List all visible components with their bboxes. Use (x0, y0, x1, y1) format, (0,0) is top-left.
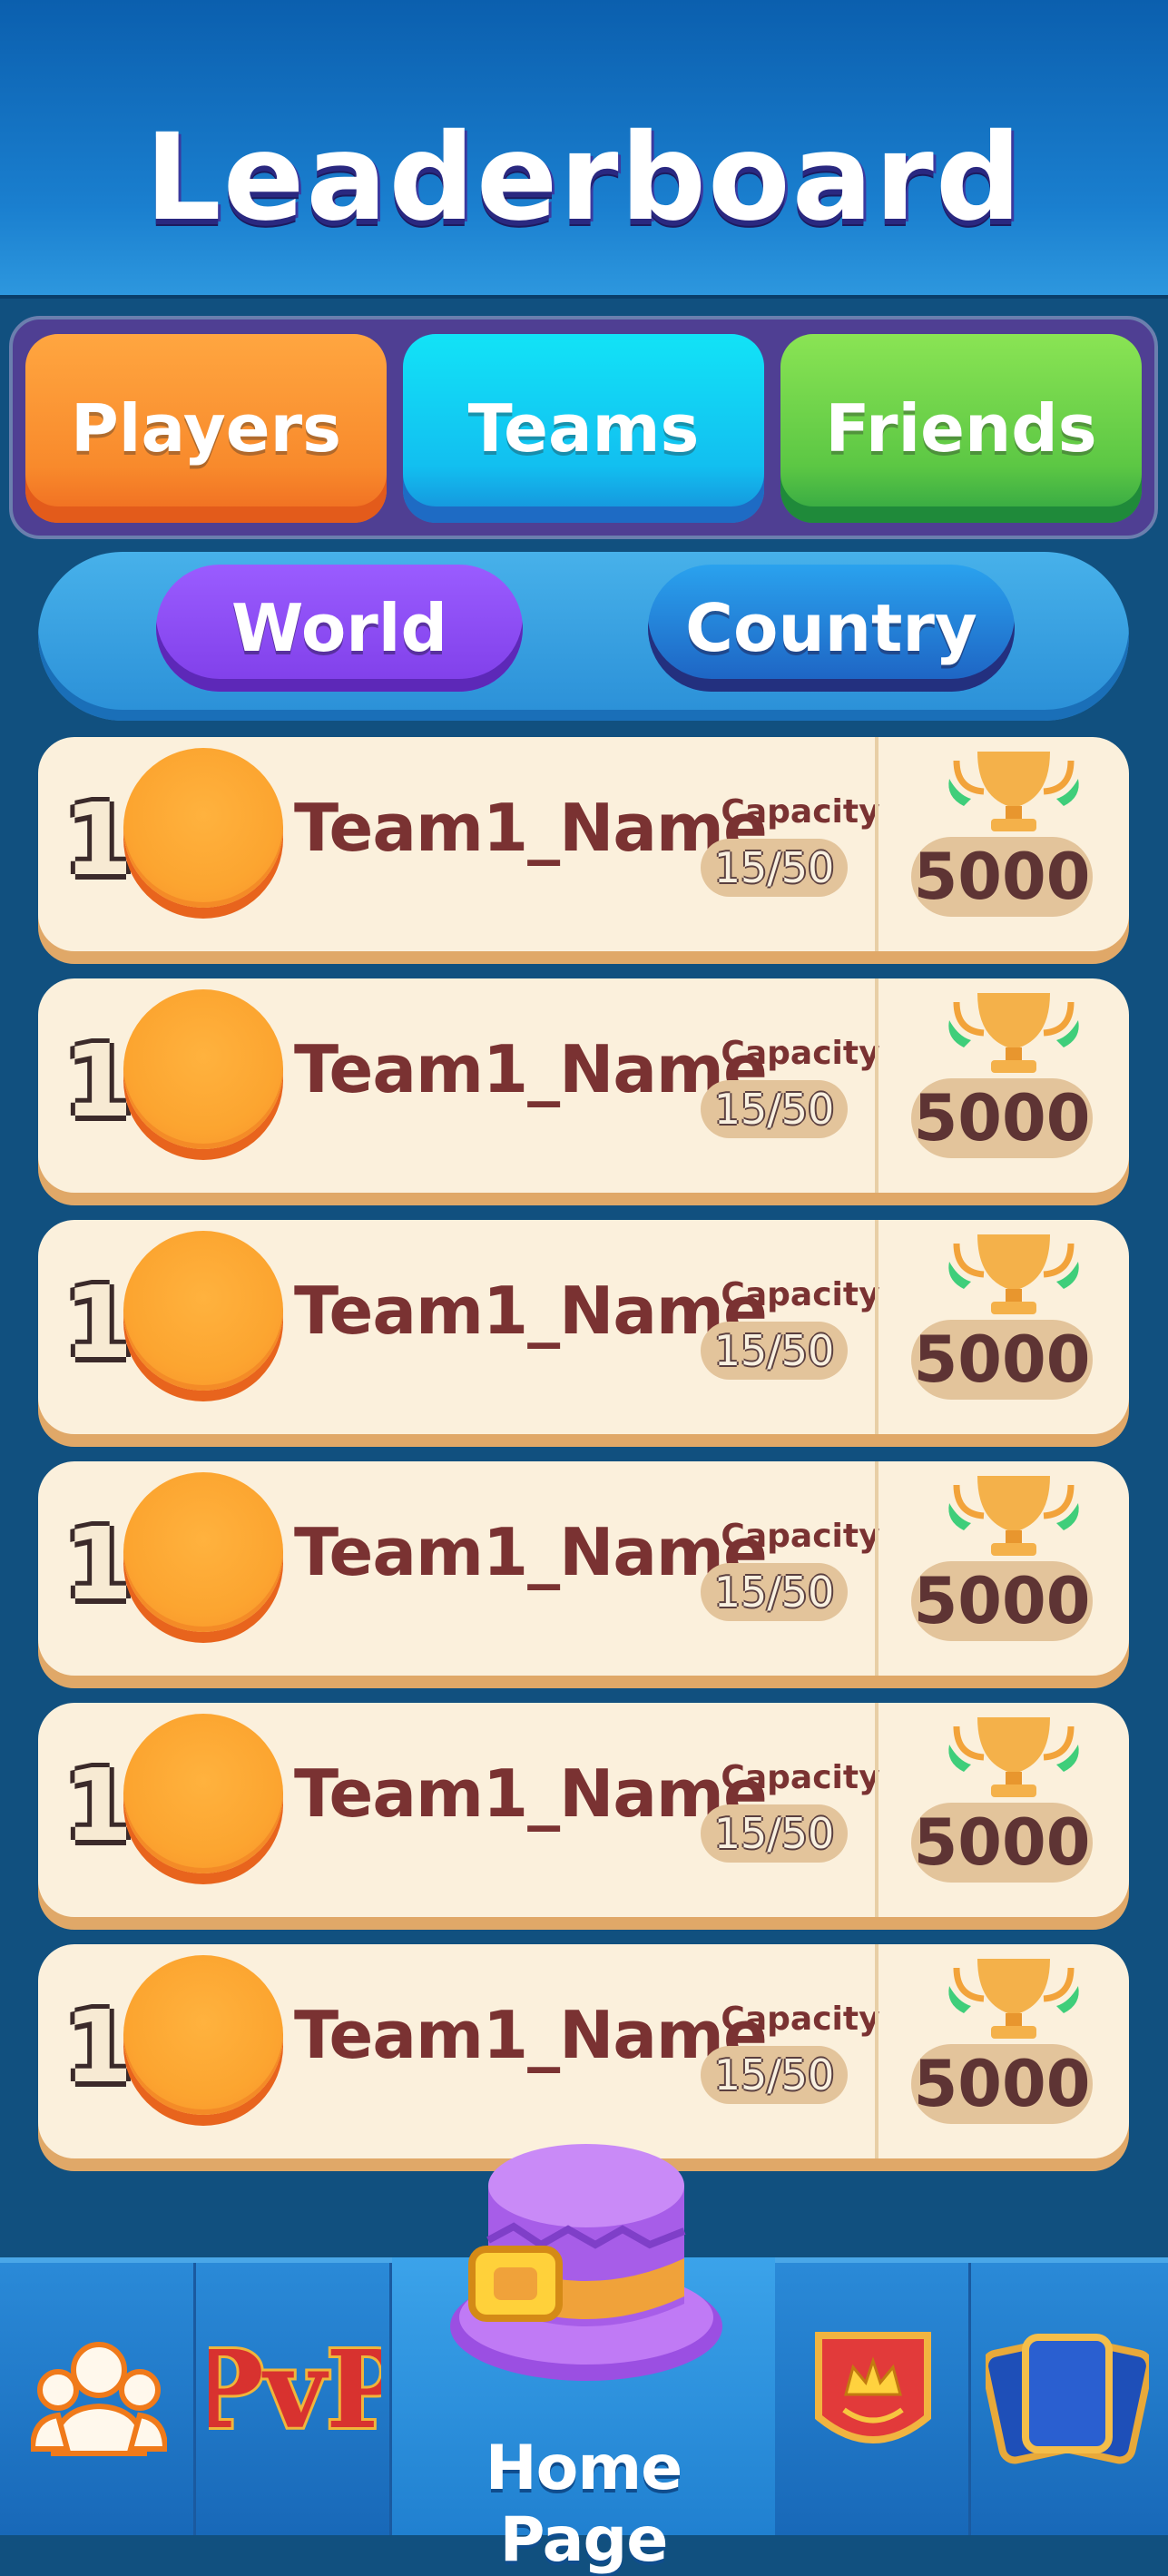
tab-players[interactable]: Players (25, 334, 387, 523)
team-name: Team1_Name (294, 790, 768, 866)
users-icon (31, 2342, 167, 2456)
rank-number: 1 (64, 1989, 133, 2105)
tab-teams[interactable]: Teams (403, 334, 764, 523)
capacity-label: Capacity (721, 2001, 880, 2038)
capacity-label: Capacity (721, 1759, 880, 1796)
team-name: Team1_Name (294, 1755, 768, 1832)
capacity-value: 15/50 (701, 1563, 848, 1621)
score-value: 5000 (911, 1561, 1093, 1641)
score-value: 5000 (911, 1320, 1093, 1400)
crown-shield-icon (815, 2332, 931, 2443)
row-divider (875, 1461, 878, 1676)
pvp-icon: PvP (209, 2324, 381, 2455)
rank-number: 1 (64, 1506, 133, 1622)
capacity-label: Capacity (721, 1035, 880, 1072)
team-avatar (123, 1714, 283, 1873)
leaderboard-row[interactable]: 1 Team1_Name Capacity 15/50 5000 (38, 978, 1129, 1193)
leaderboard-row[interactable]: 1 Team1_Name Capacity 15/50 5000 (38, 1703, 1129, 1917)
trophy-icon (948, 993, 1079, 1073)
nav-item-cards[interactable] (971, 2263, 1168, 2535)
trophy-icon (948, 1476, 1079, 1556)
region-toggle: World Country (38, 552, 1129, 721)
leaderboard-row[interactable]: 1 Team1_Name Capacity 15/50 5000 (38, 737, 1129, 951)
header-bar: Leaderboard (0, 0, 1168, 299)
team-avatar (123, 1955, 283, 2115)
capacity-label: Capacity (721, 1276, 880, 1313)
leaderboard-row[interactable]: 1 Team1_Name Capacity 15/50 5000 (38, 1220, 1129, 1434)
trophy-icon (948, 1959, 1079, 2039)
capacity-value: 15/50 (701, 2046, 848, 2104)
team-avatar (123, 1231, 283, 1391)
nav-item-pvp[interactable]: PvP (196, 2263, 392, 2535)
score-value: 5000 (911, 2044, 1093, 2124)
score-value: 5000 (911, 837, 1093, 917)
row-divider (875, 1703, 878, 1917)
score-value: 5000 (911, 1078, 1093, 1158)
capacity-value: 15/50 (701, 839, 848, 897)
nav-item-team[interactable] (0, 2263, 196, 2535)
team-name: Team1_Name (294, 1031, 768, 1107)
tab-friends[interactable]: Friends (780, 334, 1142, 523)
team-avatar (123, 748, 283, 908)
team-avatar (123, 1472, 283, 1632)
rank-number: 1 (64, 1747, 133, 1863)
capacity-value: 15/50 (701, 1080, 848, 1138)
row-divider (875, 978, 878, 1193)
team-name: Team1_Name (294, 1273, 768, 1349)
nav-home-label: Home Page (485, 2433, 683, 2576)
pvp-logo-text: PvP (209, 2326, 381, 2453)
page-title: Leaderboard (144, 108, 1024, 248)
row-divider (875, 1944, 878, 2158)
cards-icon (986, 2334, 1149, 2464)
leaderboard-row[interactable]: 1 Team1_Name Capacity 15/50 5000 (38, 1461, 1129, 1676)
rank-number: 1 (64, 1023, 133, 1139)
category-tab-bar: Players Teams Friends (9, 316, 1158, 539)
team-name: Team1_Name (294, 1997, 768, 2073)
rank-number: 1 (64, 1264, 133, 1381)
capacity-value: 15/50 (701, 1322, 848, 1380)
capacity-label: Capacity (721, 793, 880, 831)
row-divider (875, 1220, 878, 1434)
trophy-icon (948, 1234, 1079, 1314)
team-name: Team1_Name (294, 1514, 768, 1590)
trophy-icon (948, 752, 1079, 831)
world-toggle-button[interactable]: World (156, 565, 523, 692)
top-hat-icon[interactable] (441, 2122, 731, 2394)
capacity-label: Capacity (721, 1518, 880, 1555)
score-value: 5000 (911, 1803, 1093, 1883)
capacity-value: 15/50 (701, 1804, 848, 1863)
country-toggle-button[interactable]: Country (648, 565, 1015, 692)
trophy-icon (948, 1717, 1079, 1797)
team-avatar (123, 989, 283, 1149)
nav-item-guild[interactable] (775, 2263, 971, 2535)
rank-number: 1 (64, 782, 133, 898)
row-divider (875, 737, 878, 951)
